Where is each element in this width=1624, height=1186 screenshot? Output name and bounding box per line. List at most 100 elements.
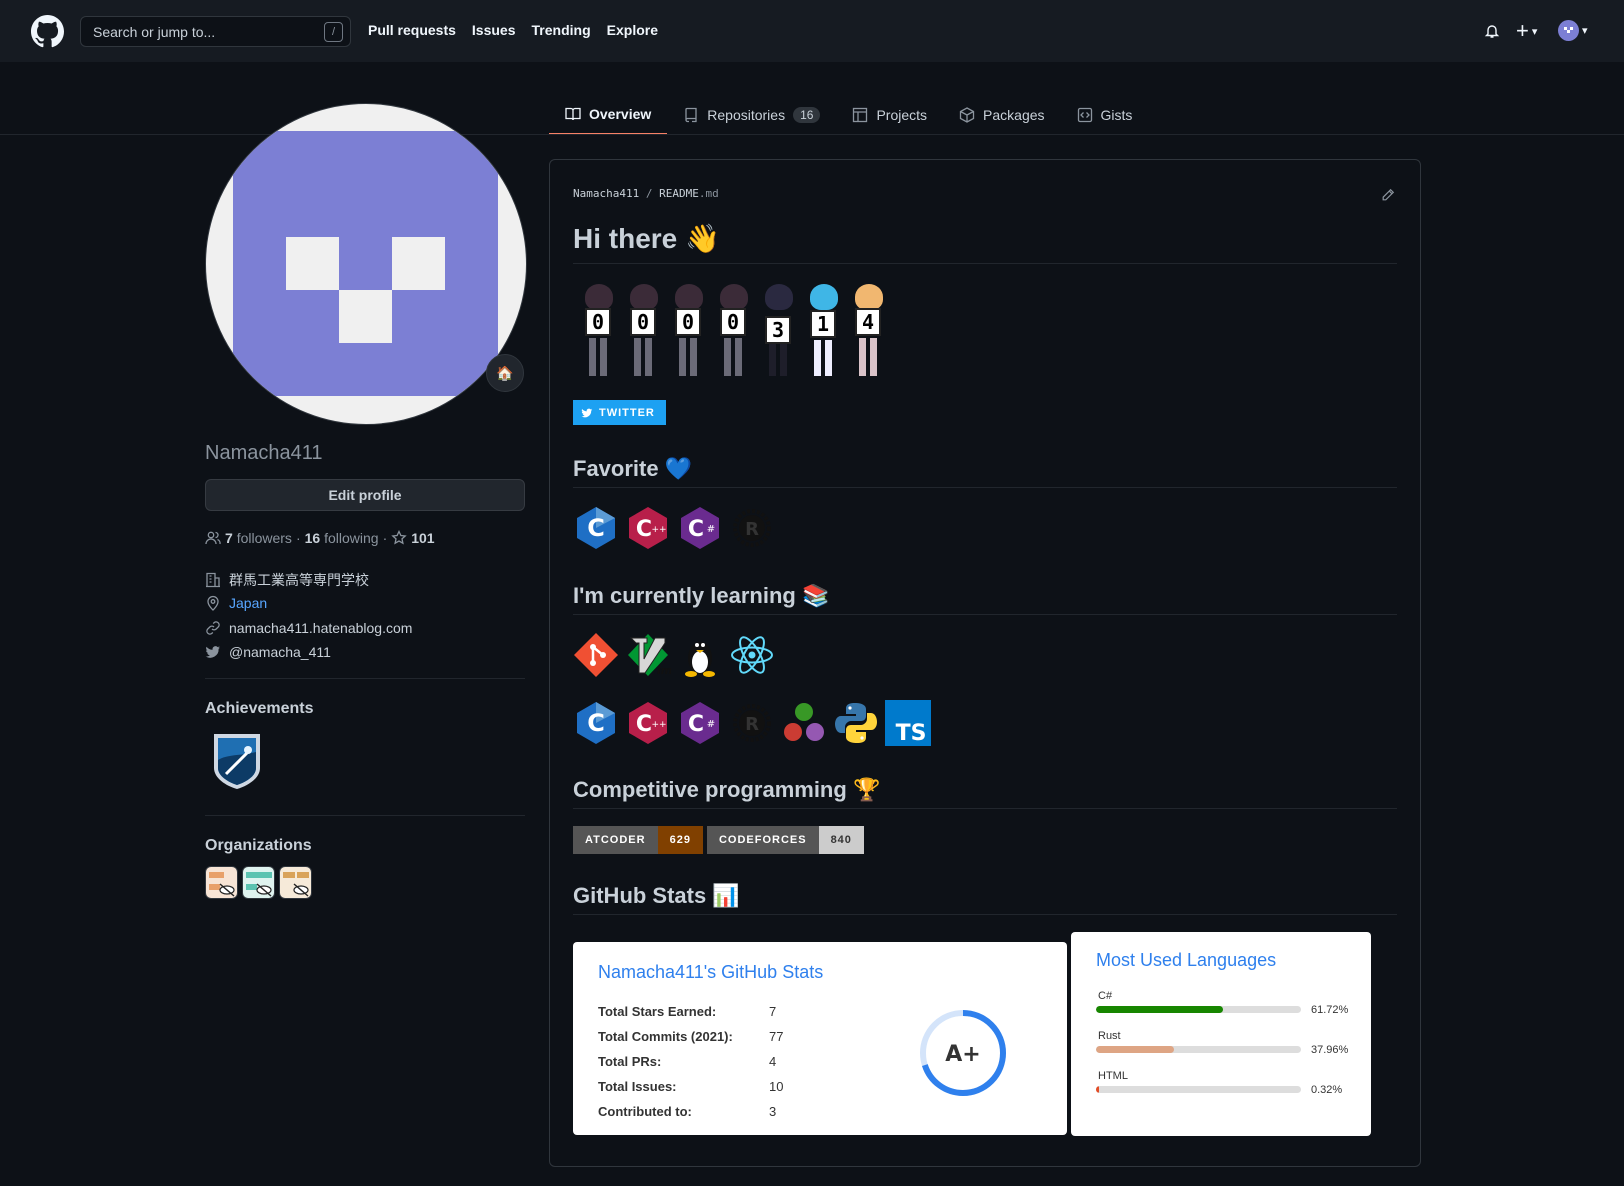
global-nav: Pull requests Issues Trending Explore [368, 22, 658, 38]
identicon-pixel [339, 290, 392, 343]
stats-card-title: Namacha411's GitHub Stats [598, 962, 824, 982]
follow-stats: 7 followers · 16 following · 101 [205, 530, 435, 546]
following-link[interactable]: 16 following [305, 530, 379, 546]
location-link[interactable]: Japan [229, 595, 267, 611]
grade-text: A+ [945, 1042, 980, 1067]
linux-tux-icon [677, 632, 723, 678]
language-bar-fill [1096, 1006, 1223, 1013]
cp-heading: Competitive programming 🏆 [573, 777, 880, 803]
twitter-handle-link[interactable]: @namacha_411 [229, 644, 331, 660]
slash-shortcut-hint: / [324, 22, 343, 42]
language-name: C# [1098, 990, 1113, 1002]
git-icon [573, 632, 619, 678]
stats-row: Contributed to: 3 [598, 1104, 776, 1119]
tab-projects[interactable]: Projects [836, 95, 943, 135]
counter-digit-value: 1 [810, 310, 836, 338]
trophy-icon: 🏆 [852, 777, 881, 802]
eye-closed-icon [256, 883, 272, 897]
house-icon: 🏠 [496, 364, 514, 381]
csharp-language-icon: C # [677, 505, 723, 551]
cpp-language-icon: C ++ [625, 505, 671, 551]
language-name: Rust [1098, 1030, 1121, 1042]
nav-trending[interactable]: Trending [532, 22, 591, 38]
readme-owner-link[interactable]: Namacha411 [573, 187, 639, 200]
waving-hand-icon: 👋 [685, 223, 720, 254]
status-button[interactable]: 🏠 [486, 354, 524, 392]
edit-profile-button[interactable]: Edit profile [205, 479, 525, 511]
org-avatar[interactable] [279, 866, 312, 899]
identicon [233, 131, 498, 396]
c-language-icon: C [573, 700, 619, 746]
tab-gists[interactable]: Gists [1061, 95, 1149, 135]
nav-explore[interactable]: Explore [607, 22, 658, 38]
icon-glyph: C [587, 709, 605, 737]
readme-file-name[interactable]: README [659, 187, 699, 200]
heading-rule [573, 914, 1397, 915]
tab-packages[interactable]: Packages [943, 95, 1060, 135]
julia-icon [781, 700, 827, 746]
stats-row: Total Issues: 10 [598, 1079, 783, 1094]
cpp-language-icon: C ++ [625, 700, 671, 746]
identicon-pixel [286, 237, 339, 290]
stats-row: Total Stars Earned: 7 [598, 1004, 776, 1019]
location-meta: Japan [205, 595, 267, 611]
codeforces-rating: 840 [818, 826, 864, 854]
github-stats-card[interactable]: Namacha411's GitHub Stats Total Stars Ea… [573, 942, 1067, 1135]
icon-glyph: C [587, 514, 605, 542]
organization-icon [206, 572, 220, 588]
typescript-icon: TS [885, 700, 931, 746]
tab-label: Packages [983, 107, 1045, 123]
nav-pull-requests[interactable]: Pull requests [368, 22, 456, 38]
followers-count: 7 [225, 530, 233, 546]
tab-label: Projects [876, 107, 928, 123]
language-bar-fill [1096, 1046, 1174, 1053]
website-link[interactable]: namacha411.hatenablog.com [229, 620, 412, 636]
nav-issues[interactable]: Issues [472, 22, 516, 38]
books-icon: 📚 [801, 583, 830, 608]
stars-count[interactable]: 101 [411, 530, 434, 546]
profile-avatar[interactable] [205, 103, 527, 425]
org-avatar[interactable] [242, 866, 275, 899]
character-legs [634, 338, 652, 376]
readme-path: Namacha411 / README.md [573, 187, 719, 200]
pencil-icon[interactable] [1381, 188, 1395, 202]
counter-digit-value: 4 [855, 308, 881, 336]
top-languages-card[interactable]: Most Used Languages C# 61.72% Rust 37.96% HT… [1071, 932, 1371, 1136]
tab-repositories[interactable]: Repositories 16 [667, 95, 836, 135]
counter-digit-value: 0 [630, 308, 656, 336]
user-menu-button[interactable]: ▾ [1558, 20, 1588, 41]
character-legs [814, 340, 832, 376]
icon-glyph: C [688, 517, 704, 542]
bell-icon[interactable] [1484, 23, 1500, 39]
codeforces-badge[interactable]: CODEFORCES 840 [706, 826, 864, 854]
favorite-icons: C C ++ C # R [573, 505, 775, 551]
atcoder-badge[interactable]: ATCODER 629 [573, 826, 703, 854]
org-avatar[interactable] [205, 866, 238, 899]
icon-glyph: C [636, 712, 652, 737]
search-input[interactable]: Search or jump to... / [80, 16, 351, 47]
icon-glyph: R [745, 714, 759, 735]
counter-digit: 0 [622, 282, 664, 379]
tab-overview[interactable]: Overview [549, 95, 668, 135]
location-icon [207, 595, 219, 611]
readme-title: Hi there 👋 [573, 222, 720, 255]
create-new-button[interactable]: + ▾ [1516, 18, 1537, 44]
github-stats-heading: GitHub Stats 📊 [573, 883, 740, 909]
icon-glyph: C [688, 712, 704, 737]
eye-closed-icon [219, 883, 235, 897]
github-logo-icon[interactable] [31, 15, 64, 48]
grade-ring: A+ [920, 1010, 1006, 1096]
stats-row-label: Total Issues: [598, 1079, 677, 1094]
twitter-badge[interactable]: TWITTER [573, 400, 666, 425]
counter-digit-value: 3 [765, 316, 791, 344]
language-bar-fill [1096, 1086, 1100, 1093]
followers-link[interactable]: 7 followers [225, 530, 292, 546]
favorite-heading: Favorite 💙 [573, 456, 692, 482]
following-count: 16 [304, 530, 321, 546]
org-meta: 群馬工業高等専門学校 [205, 570, 369, 590]
character-legs [724, 338, 742, 376]
achievement-badge-icon[interactable] [210, 730, 264, 790]
learning-heading: I'm currently learning 📚 [573, 583, 829, 609]
character-head [720, 284, 748, 310]
language-bar [1096, 1006, 1301, 1013]
